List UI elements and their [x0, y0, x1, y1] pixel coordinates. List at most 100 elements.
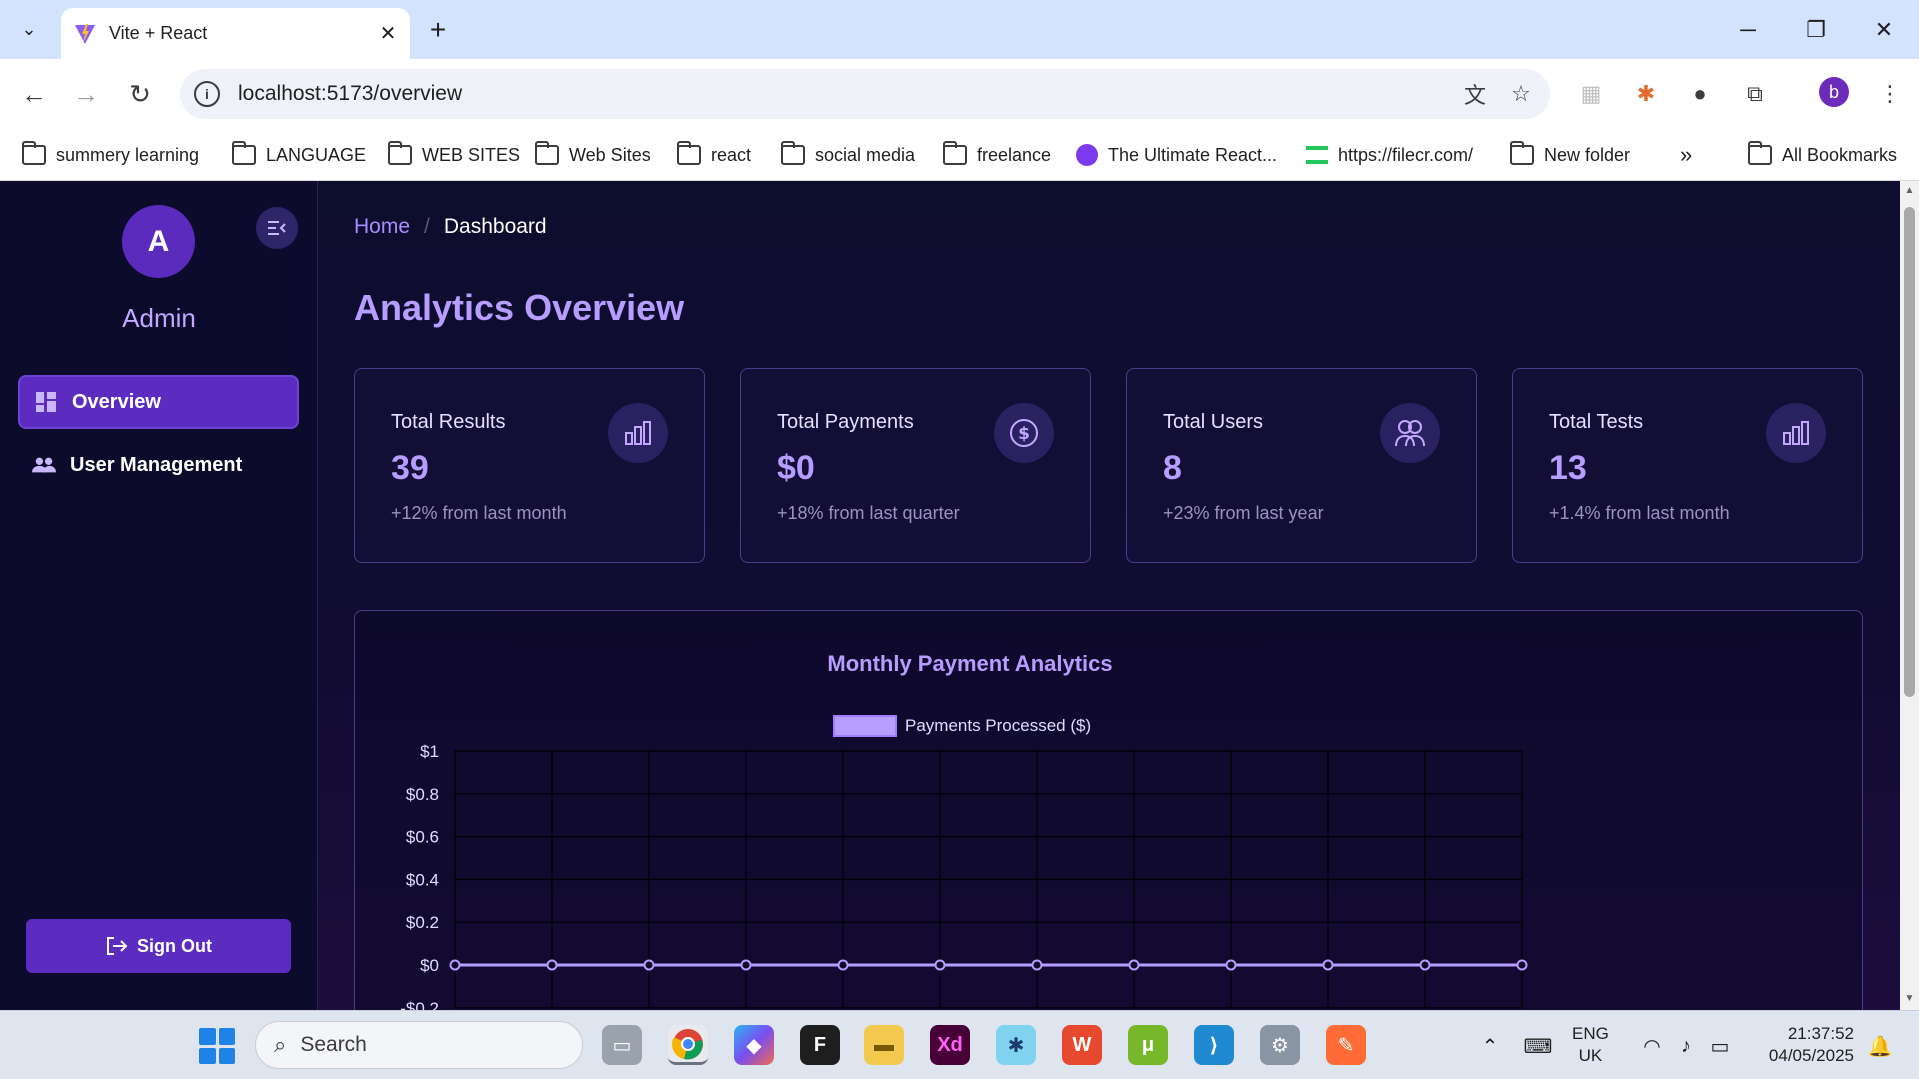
payment-line-chart: $1 $0.8 $0.6 $0.4 $0.2 $0 -$0.2 [400, 742, 1528, 1010]
data-point [740, 959, 752, 971]
y-tick-label: $0 [420, 956, 439, 975]
bookmark-link[interactable]: The Ultimate React... [1076, 139, 1277, 171]
url-text[interactable]: localhost:5173/overview [238, 82, 1458, 106]
data-point [1128, 959, 1140, 971]
breadcrumb-separator: / [424, 215, 430, 238]
file-explorer-icon[interactable]: ▬ [864, 1025, 904, 1065]
settings-gear-icon[interactable]: ⚙ [1260, 1025, 1300, 1065]
y-tick-label: $0.8 [406, 785, 439, 804]
scroll-down-icon[interactable]: ▼ [1904, 993, 1915, 1004]
adobe-xd-icon[interactable]: Xd [930, 1025, 970, 1065]
stat-value: 13 [1549, 449, 1587, 487]
search-label: Search [300, 1033, 367, 1056]
collapse-icon [268, 221, 286, 235]
bookmark-folder[interactable]: freelance [943, 139, 1051, 171]
clock[interactable]: 21:37:52 04/05/2025 [1754, 1023, 1854, 1067]
postman-icon[interactable]: ✎ [1326, 1025, 1366, 1065]
vscode-icon[interactable]: ⟩ [1194, 1025, 1234, 1065]
wps-office-icon[interactable]: W [1062, 1025, 1102, 1065]
stat-label: Total Results [391, 411, 506, 433]
scroll-thumb[interactable] [1904, 207, 1915, 697]
battery-icon[interactable]: ▭ [1706, 1033, 1734, 1059]
folder-icon [781, 141, 805, 165]
bar-chart-icon [1766, 403, 1826, 463]
close-tab-icon[interactable]: ✕ [374, 20, 402, 48]
reload-icon[interactable]: ↻ [122, 76, 158, 112]
windows-taskbar: ⌕ Search ▭ ◆ F ▬ Xd ✱ W μ ⟩ ⚙ ✎ ⌃ ⌨ ENG … [0, 1010, 1919, 1079]
extension-ublock-icon[interactable]: ✱ [1629, 77, 1663, 111]
data-point [1225, 959, 1237, 971]
sign-out-button[interactable]: Sign Out [26, 919, 291, 973]
bookmark-folder[interactable]: WEB SITES [388, 139, 520, 171]
language-indicator[interactable]: ENG UK [1572, 1023, 1609, 1067]
breadcrumb-home-link[interactable]: Home [354, 215, 410, 239]
scroll-up-icon[interactable]: ▲ [1904, 185, 1915, 196]
logout-icon [107, 937, 127, 955]
close-window-button[interactable]: ✕ [1856, 8, 1912, 52]
browser-tab[interactable]: Vite + React ✕ [61, 8, 410, 59]
y-tick-label: $0.6 [406, 828, 439, 847]
taskbar-search[interactable]: ⌕ Search [255, 1021, 583, 1069]
tab-search-icon[interactable]: ⌄ [12, 12, 46, 46]
extension-triangle-icon[interactable]: ● [1683, 77, 1717, 111]
figma-icon[interactable]: F [800, 1025, 840, 1065]
site-favicon-icon [1076, 144, 1098, 166]
bookmark-folder[interactable]: LANGUAGE [232, 139, 366, 171]
bookmark-folder[interactable]: summery learning [22, 139, 199, 171]
stat-value: $0 [777, 449, 815, 487]
bookmark-link[interactable]: https://filecr.com/ [1306, 139, 1473, 171]
all-bookmarks-folder[interactable]: All Bookmarks [1748, 139, 1897, 171]
folder-icon [388, 141, 412, 165]
extensions-puzzle-icon[interactable]: ⧉ [1738, 77, 1772, 111]
more-bookmarks-icon[interactable]: » [1680, 139, 1692, 171]
stat-card-total-tests: Total Tests 13 +1.4% from last month [1512, 368, 1863, 563]
bookmark-folder[interactable]: react [677, 139, 751, 171]
translate-icon[interactable]: 文 [1458, 77, 1492, 111]
bookmark-star-icon[interactable]: ☆ [1504, 77, 1538, 111]
more-menu-icon[interactable]: ⋮ [1873, 77, 1907, 111]
wifi-icon[interactable]: ◠ [1638, 1033, 1666, 1059]
bookmark-folder[interactable]: New folder [1510, 139, 1630, 171]
utorrent-icon[interactable]: μ [1128, 1025, 1168, 1065]
chrome-icon[interactable] [668, 1025, 708, 1065]
page-scrollbar[interactable]: ▲ ▼ [1900, 181, 1919, 1010]
stat-note: +1.4% from last month [1549, 503, 1730, 523]
search-icon: ⌕ [274, 1032, 287, 1057]
stat-card-total-payments: Total Payments $0 +18% from last quarter… [740, 368, 1091, 563]
volume-icon[interactable]: ♪ [1672, 1033, 1700, 1059]
stat-value: 39 [391, 449, 429, 487]
profile-avatar[interactable]: b [1819, 77, 1849, 107]
collapse-sidebar-button[interactable] [256, 207, 298, 249]
stat-label: Total Users [1163, 411, 1264, 433]
new-tab-button[interactable]: + [420, 12, 456, 48]
page-title: Analytics Overview [354, 287, 685, 328]
chevron-up-icon[interactable]: ⌃ [1476, 1033, 1504, 1059]
folder-icon [232, 141, 256, 165]
address-bar[interactable]: i localhost:5173/overview 文 ☆ [180, 69, 1550, 119]
site-info-icon[interactable]: i [194, 81, 220, 107]
y-tick-label: $1 [420, 742, 439, 761]
bar-chart-icon [608, 403, 668, 463]
extension-icon[interactable]: ▦ [1574, 77, 1608, 111]
restore-button[interactable]: ❐ [1788, 8, 1844, 52]
notifications-bell-icon[interactable]: 🔔 [1866, 1033, 1894, 1059]
windows-start-icon[interactable] [199, 1028, 235, 1064]
bookmark-folder[interactable]: Web Sites [535, 139, 651, 171]
data-point [1031, 959, 1043, 971]
task-view-icon[interactable]: ▭ [602, 1025, 642, 1065]
browser-tab-strip: ⌄ Vite + React ✕ + ─ ❐ ✕ [0, 0, 1919, 59]
bookmark-folder[interactable]: social media [781, 139, 915, 171]
minimize-button[interactable]: ─ [1720, 8, 1776, 52]
sidebar-item-overview[interactable]: Overview [18, 375, 299, 429]
back-arrow-icon[interactable]: ← [16, 76, 52, 112]
users-icon [1380, 403, 1440, 463]
copilot-icon[interactable]: ◆ [734, 1025, 774, 1065]
sidebar-item-user-management[interactable]: User Management [18, 438, 299, 492]
forward-arrow-icon[interactable]: → [68, 76, 104, 112]
stat-value: 8 [1163, 449, 1182, 487]
keyboard-icon[interactable]: ⌨ [1524, 1033, 1553, 1059]
folder-icon [677, 141, 701, 165]
app-viewport: A Admin Overview User Management Sign Ou… [0, 181, 1919, 1010]
data-point [1516, 959, 1528, 971]
snipping-tool-icon[interactable]: ✱ [996, 1025, 1036, 1065]
